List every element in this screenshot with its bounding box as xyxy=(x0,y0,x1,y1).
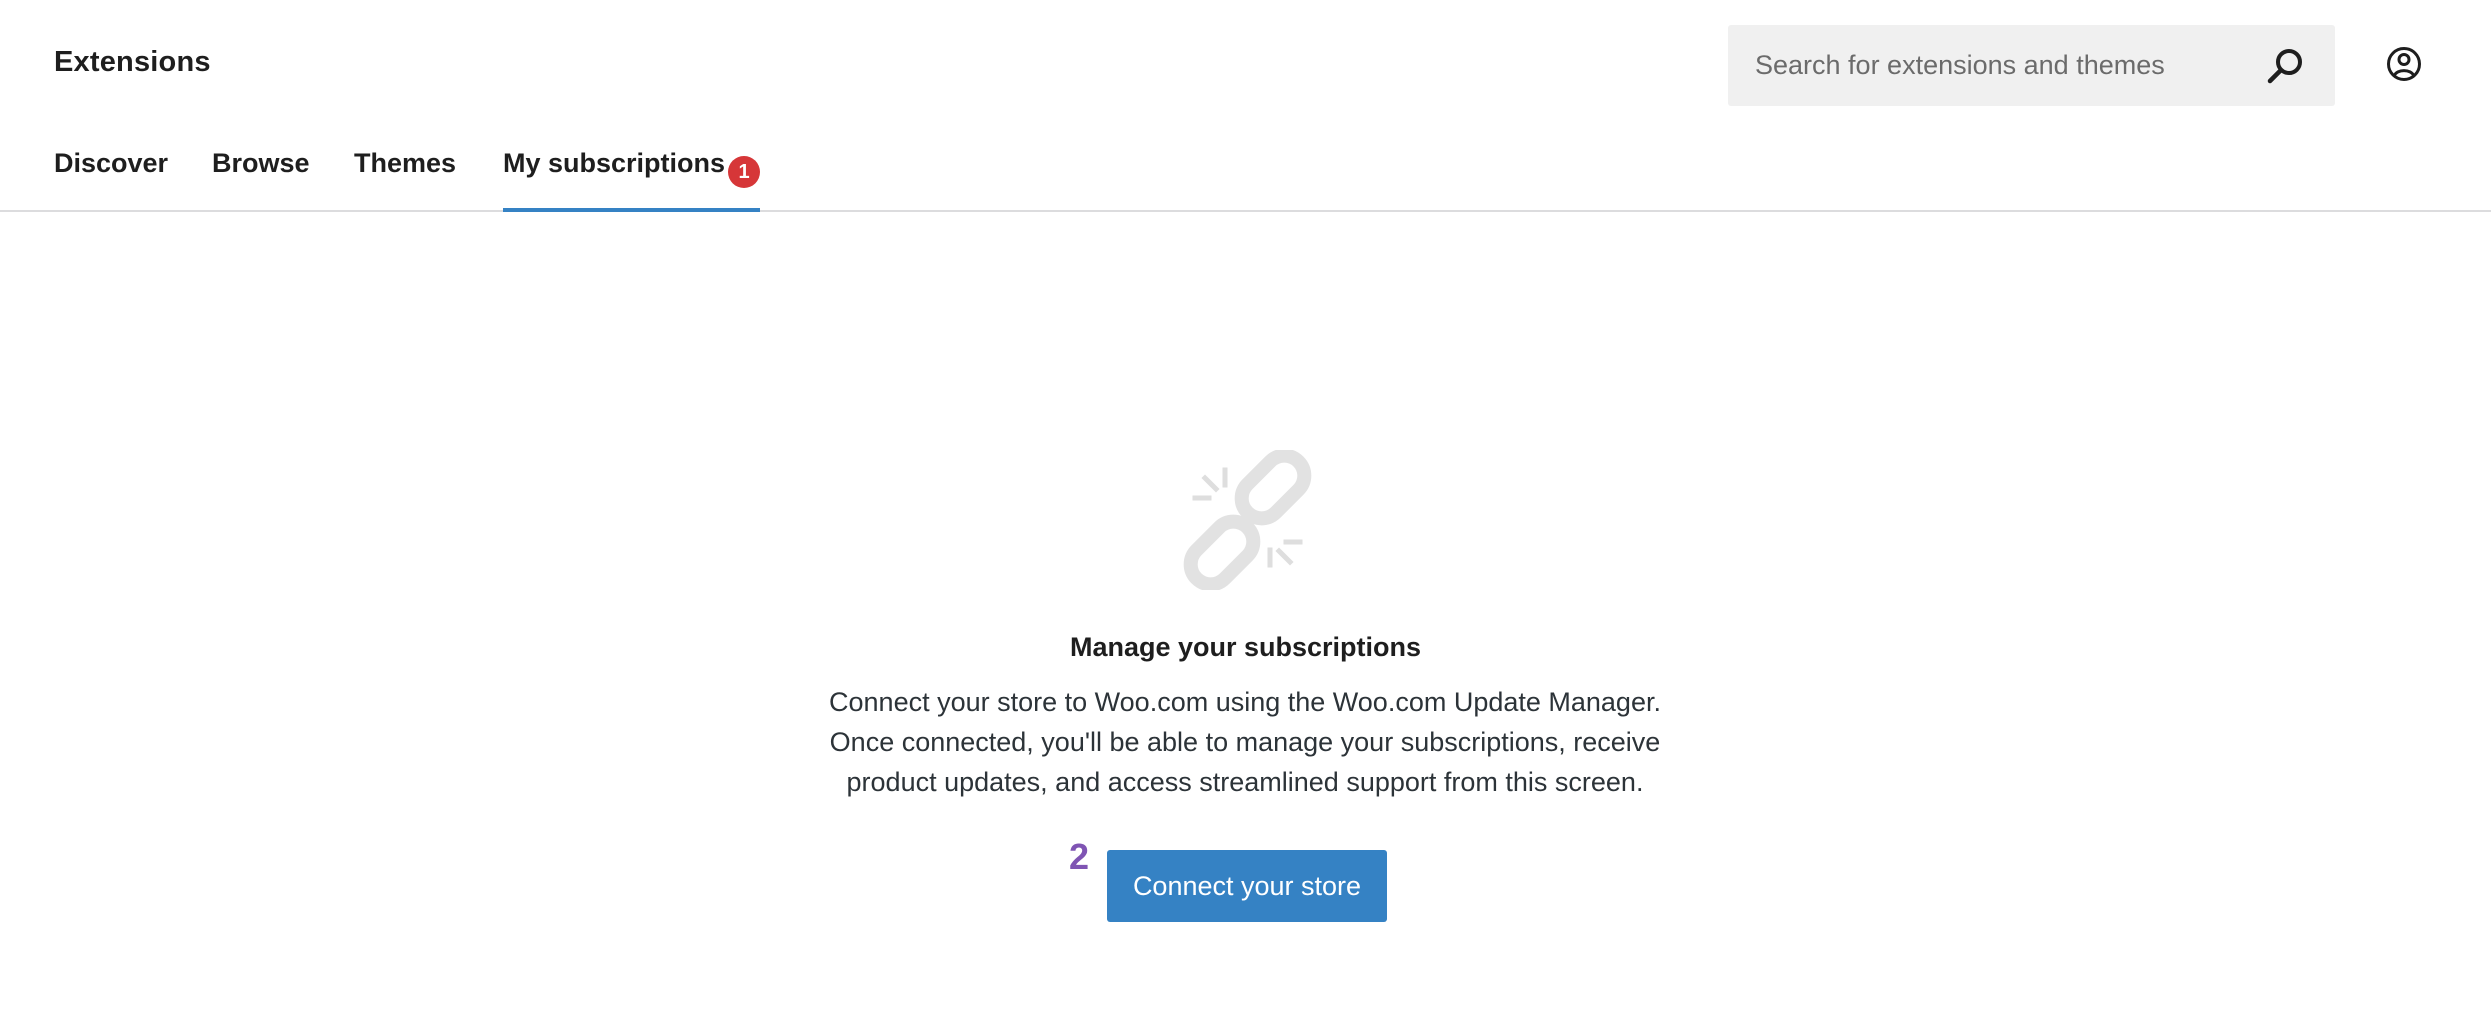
tab-browse[interactable]: Browse xyxy=(212,148,310,212)
header: Extensions Discover Browse Themes My sub… xyxy=(0,0,2491,212)
tab-bar: Discover Browse Themes My subscriptions … xyxy=(0,140,900,212)
empty-state-heading: Manage your subscriptions xyxy=(1069,632,1422,662)
search-input[interactable] xyxy=(1728,25,2248,106)
step-number-marker: 2 xyxy=(1069,836,1090,877)
search-box[interactable] xyxy=(1728,25,2335,106)
tab-themes[interactable]: Themes xyxy=(354,148,456,212)
user-account-icon[interactable] xyxy=(2384,44,2424,84)
search-icon[interactable] xyxy=(2263,43,2309,89)
empty-state-description: Connect your store to Woo.com using the … xyxy=(795,682,1695,802)
connect-store-button[interactable]: Connect your store xyxy=(1107,850,1387,922)
page-title: Extensions xyxy=(54,46,211,78)
tab-my-subscriptions-label: My subscriptions xyxy=(503,148,726,178)
broken-link-icon xyxy=(1183,450,1312,590)
description-line: product updates, and access streamlined … xyxy=(846,767,1644,797)
description-line: Once connected, you'll be able to manage… xyxy=(829,727,1661,757)
tab-my-subscriptions[interactable]: My subscriptions 1 xyxy=(503,148,760,212)
subscriptions-count-badge: 1 xyxy=(728,156,760,188)
tab-discover[interactable]: Discover xyxy=(54,148,168,212)
main-content: Manage your subscriptions Connect your s… xyxy=(0,212,2491,1016)
description-line: Connect your store to Woo.com using the … xyxy=(829,687,1661,717)
